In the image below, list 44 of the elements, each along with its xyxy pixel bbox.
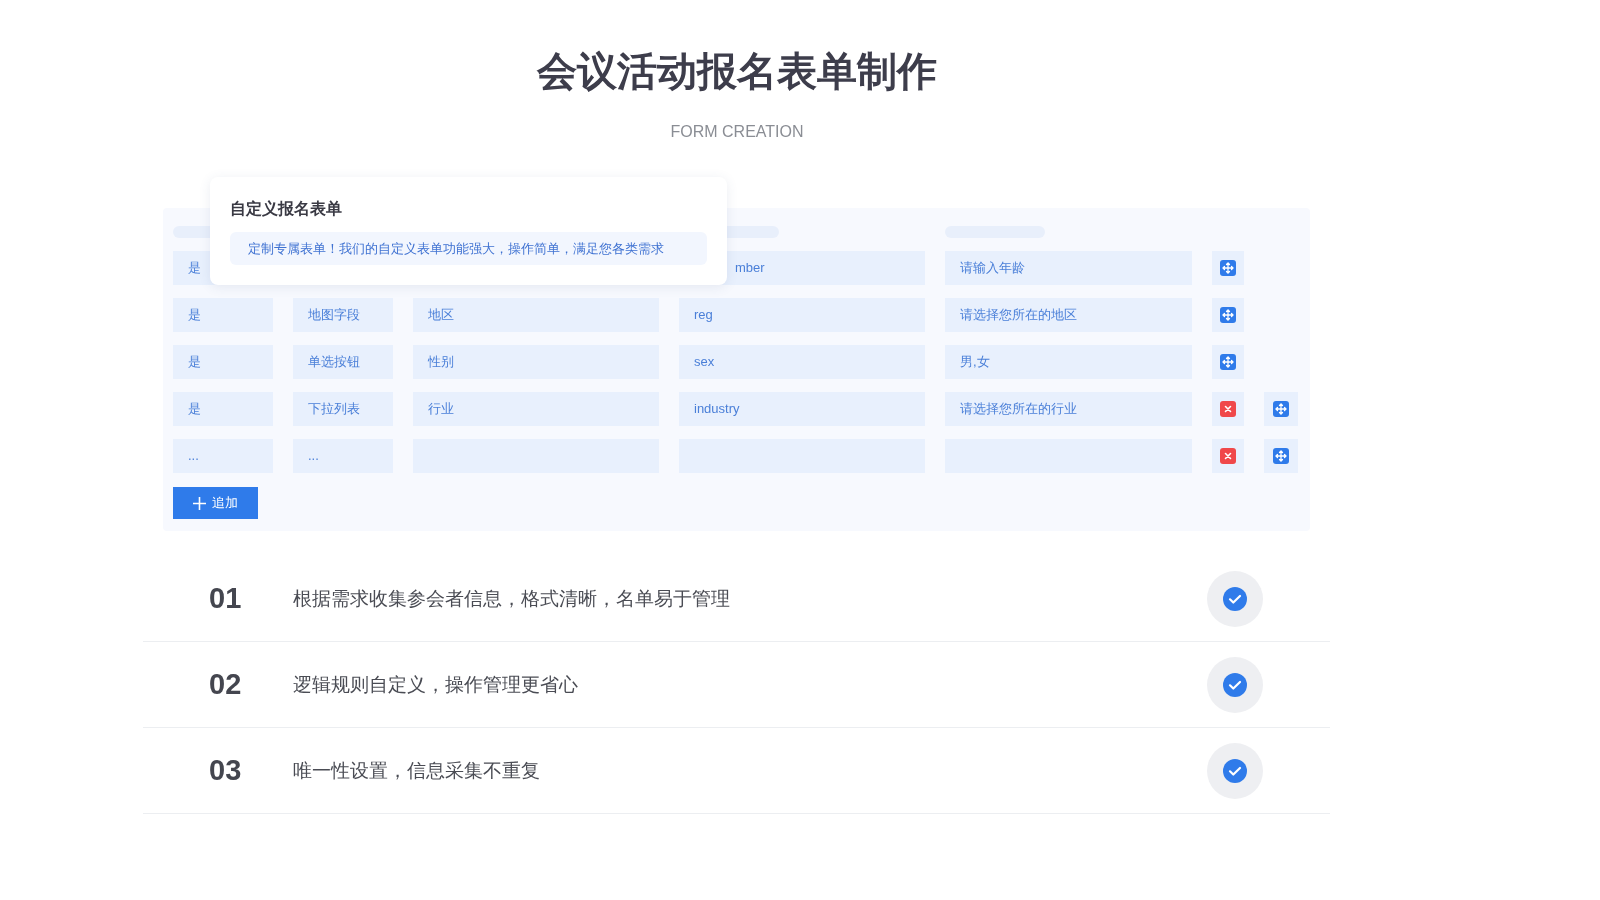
field-cell: 是 [173, 298, 273, 332]
field-cell: 地区 [413, 298, 659, 332]
move-button[interactable] [1212, 345, 1244, 379]
feature-number: 01 [208, 582, 243, 615]
field-cell: reg [679, 298, 925, 332]
close-icon [1220, 401, 1236, 417]
add-button[interactable]: 追加 [173, 487, 258, 519]
move-icon [1220, 307, 1236, 323]
move-icon [1273, 448, 1289, 464]
field-cell: 请选择您所在的地区 [945, 298, 1192, 332]
feature-text: 根据需求收集参会者信息，格式清晰，名单易于管理 [293, 585, 731, 611]
field-cell: 单选按钮 [293, 345, 393, 379]
field-cell: 男,女 [945, 345, 1192, 379]
move-icon [1273, 401, 1289, 417]
field-cell: 是 [173, 392, 273, 426]
plus-icon [193, 496, 206, 510]
feature-number: 02 [208, 668, 243, 701]
field-cell: sex [679, 345, 925, 379]
field-cell: industry [679, 392, 925, 426]
field-cell: 性别 [413, 345, 659, 379]
move-icon [1220, 260, 1236, 276]
page-title: 会议活动报名表单制作 [535, 47, 938, 96]
field-cell: 是 [173, 345, 273, 379]
move-button[interactable] [1212, 251, 1244, 285]
feature-number: 03 [208, 754, 243, 787]
field-cell: ... [173, 439, 273, 473]
field-cell: 地图字段 [293, 298, 393, 332]
feature-text: 唯一性设置，信息采集不重复 [293, 757, 541, 783]
field-cell: ... [293, 439, 393, 473]
move-button[interactable] [1212, 298, 1244, 332]
field-cell: 行业 [413, 392, 659, 426]
field-cell: 请选择您所在的行业 [945, 392, 1192, 426]
field-cell: 请输入年龄 [945, 251, 1192, 285]
popover-title: 自定义报名表单 [230, 199, 343, 220]
popover-description: 定制专属表单！我们的自定义表单功能强大，操作简单，满足您各类需求 [230, 232, 707, 265]
delete-button[interactable] [1212, 439, 1244, 473]
page-subtitle: FORM CREATION [669, 123, 805, 141]
field-cell: 下拉列表 [293, 392, 393, 426]
close-icon [1220, 448, 1236, 464]
move-button[interactable] [1264, 439, 1298, 473]
delete-button[interactable] [1212, 392, 1244, 426]
move-button[interactable] [1264, 392, 1298, 426]
move-icon [1220, 354, 1236, 370]
feature-text: 逻辑规则自定义，操作管理更省心 [293, 671, 579, 697]
